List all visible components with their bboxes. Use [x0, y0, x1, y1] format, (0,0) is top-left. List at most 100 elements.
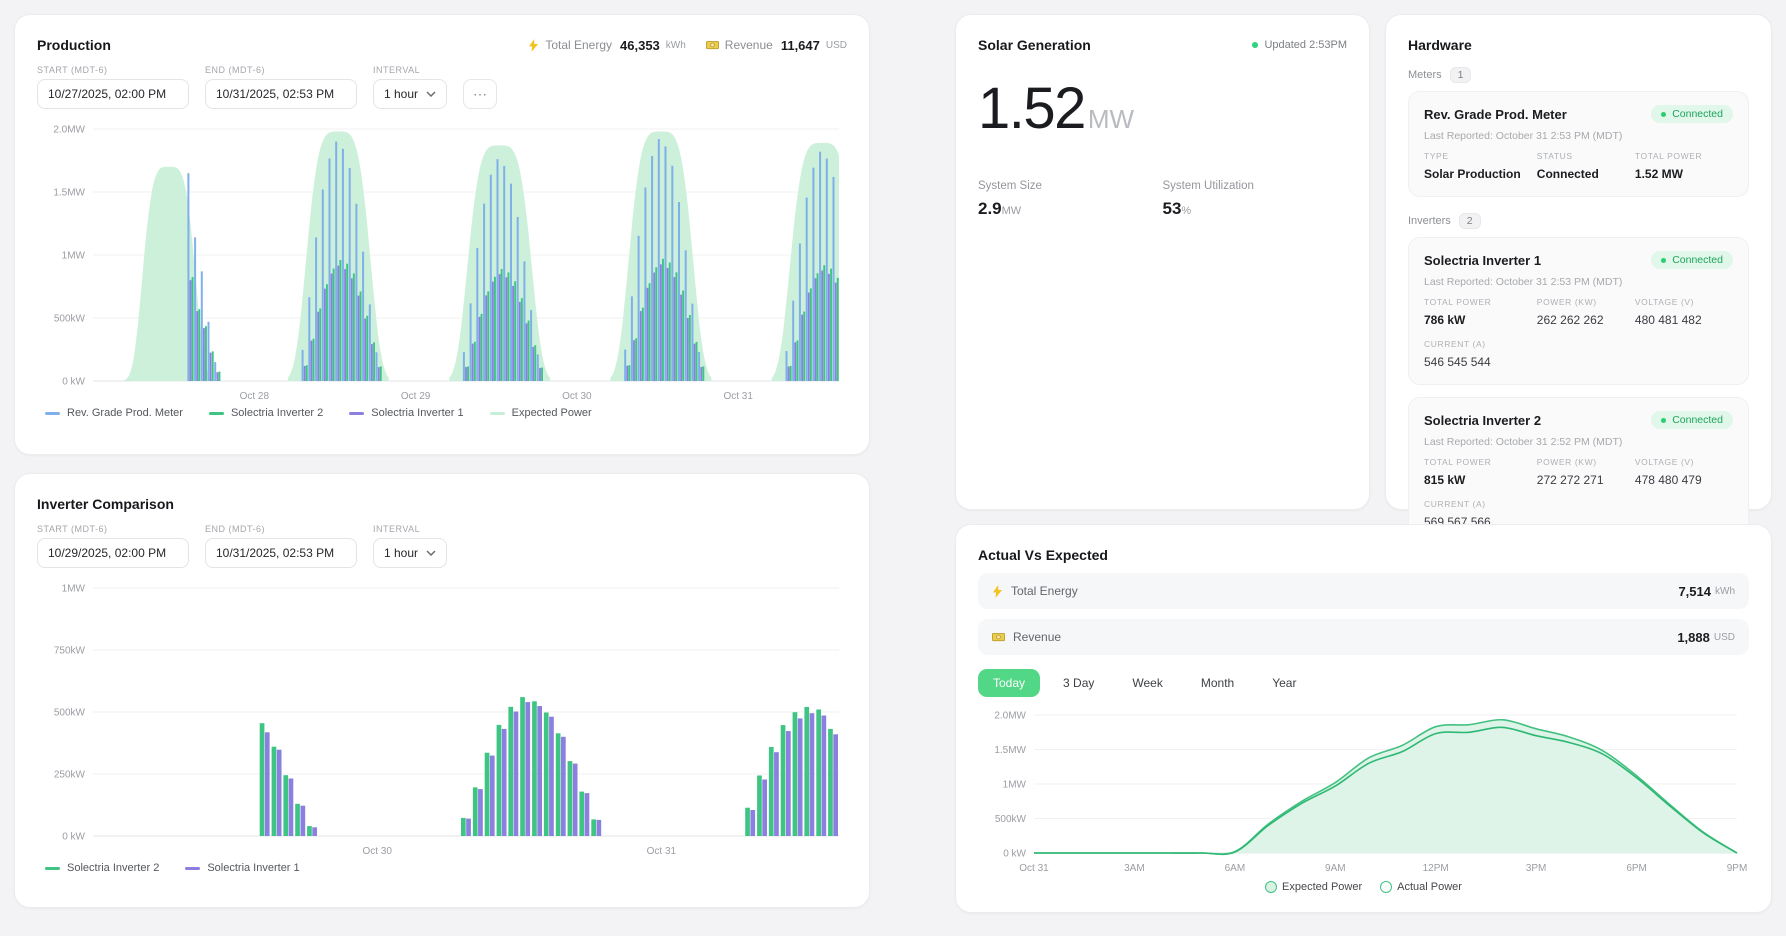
svg-text:6PM: 6PM — [1626, 863, 1647, 874]
inverter-card[interactable]: Solectria Inverter 2 Connected Last Repo… — [1408, 397, 1749, 545]
production-title: Production — [37, 37, 111, 53]
meters-section-label: Meters 1 — [1408, 67, 1749, 83]
meters-count-badge: 1 — [1450, 67, 1472, 83]
svg-text:0 kW: 0 kW — [62, 832, 85, 843]
inverter-comparison-controls: START (MDT-6) END (MDT-6) INTERVAL 1 hou… — [37, 524, 847, 568]
legend-item: Solectria Inverter 2 — [45, 862, 159, 874]
inverter-name: Solectria Inverter 2 — [1424, 413, 1541, 428]
svg-text:Oct 31: Oct 31 — [723, 391, 753, 402]
legend-swatch — [45, 412, 60, 415]
legend-item: Rev. Grade Prod. Meter — [45, 407, 183, 419]
legend-swatch — [45, 867, 60, 870]
svg-text:1MW: 1MW — [1003, 780, 1027, 791]
status-pill: Connected — [1651, 251, 1733, 269]
legend-swatch — [349, 412, 364, 415]
solar-generation-title: Solar Generation — [978, 37, 1091, 53]
tab-today[interactable]: Today — [978, 669, 1040, 697]
end-date-input[interactable] — [205, 538, 357, 568]
tab-year[interactable]: Year — [1257, 669, 1311, 697]
inverter-comparison-legend: Solectria Inverter 2 Solectria Inverter … — [37, 862, 847, 874]
more-options-button[interactable]: ⋯ — [463, 79, 497, 109]
connected-dot-icon — [1661, 418, 1666, 423]
end-date-input[interactable] — [205, 79, 357, 109]
system-size: System Size 2.9MW — [978, 180, 1163, 219]
inverter-comparison-panel: Inverter Comparison START (MDT-6) END (M… — [14, 473, 870, 908]
svg-text:1MW: 1MW — [62, 251, 86, 262]
svg-text:250kW: 250kW — [54, 770, 86, 781]
updated-status: Updated 2:53PM — [1252, 39, 1347, 51]
legend-item: Solectria Inverter 1 — [185, 862, 299, 874]
legend-item: Solectria Inverter 2 — [209, 407, 323, 419]
total-energy-unit: kWh — [666, 40, 686, 51]
start-date-input[interactable] — [37, 79, 189, 109]
interval-select[interactable]: 1 hour — [373, 79, 447, 109]
svg-text:Oct 28: Oct 28 — [240, 391, 270, 402]
interval-label: INTERVAL — [373, 524, 447, 534]
inverter-power: POWER (KW)272 272 271 — [1537, 457, 1635, 489]
chevron-down-icon — [426, 550, 436, 556]
tab-month[interactable]: Month — [1186, 669, 1249, 697]
revenue-banknote-icon — [706, 40, 719, 50]
generation-unit: MW — [1088, 104, 1134, 135]
actual-vs-expected-chart: 0 kW500kW1MW1.5MW2.0MWOct 313AM6AM9AM12P… — [978, 705, 1751, 877]
tab-week[interactable]: Week — [1117, 669, 1177, 697]
legend-swatch — [185, 867, 200, 870]
last-reported: Last Reported: October 31 2:53 PM (MDT) — [1424, 276, 1733, 288]
svg-text:1.5MW: 1.5MW — [994, 745, 1026, 756]
svg-text:Oct 29: Oct 29 — [401, 391, 431, 402]
interval-label: INTERVAL — [373, 65, 447, 75]
revenue-unit: USD — [826, 40, 847, 51]
svg-text:500kW: 500kW — [54, 708, 86, 719]
total-energy-value: 7,514 — [1678, 584, 1711, 599]
svg-text:3AM: 3AM — [1124, 863, 1145, 874]
inverter-comparison-title: Inverter Comparison — [37, 496, 174, 512]
total-energy-label: Total Energy — [545, 38, 612, 52]
status-pill: Connected — [1651, 411, 1733, 429]
svg-text:500kW: 500kW — [995, 814, 1027, 825]
solar-generation-panel: Solar Generation Updated 2:53PM 1.52 MW … — [955, 14, 1370, 510]
revenue-banknote-icon — [992, 632, 1005, 642]
legend-item: Actual Power — [1380, 881, 1462, 893]
current-generation: 1.52 MW — [978, 75, 1347, 142]
meter-total-power: TOTAL POWER1.52 MW — [1635, 151, 1733, 183]
legend-circle-icon — [1380, 881, 1392, 893]
end-date-label: END (MDT-6) — [205, 65, 357, 75]
inverter-card[interactable]: Solectria Inverter 1 Connected Last Repo… — [1408, 237, 1749, 385]
chevron-down-icon — [426, 91, 436, 97]
svg-text:2.0MW: 2.0MW — [53, 125, 85, 136]
legend-circle-icon — [1265, 881, 1277, 893]
production-stats: Total Energy 46,353 kWh Revenue 11,647 U… — [528, 38, 847, 53]
tab-3day[interactable]: 3 Day — [1048, 669, 1109, 697]
total-energy-unit: kWh — [1715, 586, 1735, 597]
meter-card[interactable]: Rev. Grade Prod. Meter Connected Last Re… — [1408, 91, 1749, 197]
revenue-value: 11,647 — [781, 38, 820, 53]
connected-dot-icon — [1661, 112, 1666, 117]
generation-value: 1.52 — [978, 75, 1085, 142]
production-legend: Rev. Grade Prod. Meter Solectria Inverte… — [37, 407, 847, 419]
actual-vs-expected-legend: Expected Power Actual Power — [978, 881, 1749, 893]
connected-dot-icon — [1661, 258, 1666, 263]
inverters-section-label: Inverters 2 — [1408, 213, 1749, 229]
end-date-label: END (MDT-6) — [205, 524, 357, 534]
production-chart: 0 kW500kW1MW1.5MW2.0MWOct 28Oct 29Oct 30… — [37, 117, 849, 405]
svg-text:3PM: 3PM — [1526, 863, 1547, 874]
svg-text:Oct 31: Oct 31 — [1019, 863, 1049, 874]
inverter-voltage: VOLTAGE (V)480 481 482 — [1635, 297, 1733, 329]
svg-text:6AM: 6AM — [1225, 863, 1246, 874]
meter-type: TYPESolar Production — [1424, 151, 1537, 183]
svg-text:Oct 30: Oct 30 — [562, 391, 592, 402]
total-energy-value: 46,353 — [620, 38, 660, 53]
start-date-input[interactable] — [37, 538, 189, 568]
meter-status: STATUSConnected — [1537, 151, 1635, 183]
status-dot-icon — [1252, 42, 1258, 48]
svg-text:2.0MW: 2.0MW — [994, 711, 1026, 722]
svg-text:12PM: 12PM — [1423, 863, 1449, 874]
range-tabs: Today 3 Day Week Month Year — [978, 669, 1749, 697]
interval-select[interactable]: 1 hour — [373, 538, 447, 568]
revenue-row: Revenue 1,888 USD — [978, 619, 1749, 655]
revenue-value: 1,888 — [1677, 630, 1710, 645]
legend-item: Expected Power — [1265, 881, 1362, 893]
svg-text:Oct 30: Oct 30 — [362, 846, 392, 857]
legend-item: Solectria Inverter 1 — [349, 407, 463, 419]
inverter-voltage: VOLTAGE (V)478 480 479 — [1635, 457, 1733, 489]
